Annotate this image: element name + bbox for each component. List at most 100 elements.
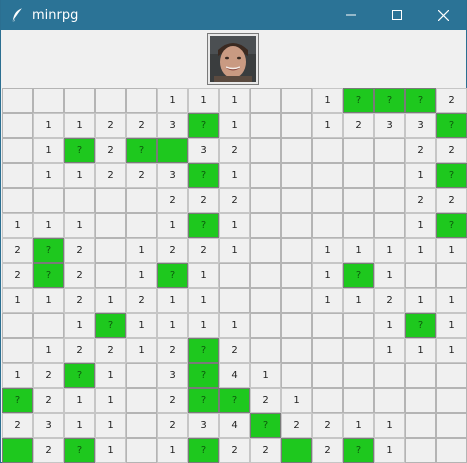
number-cell[interactable]: 1 — [64, 413, 95, 438]
number-cell[interactable]: 1 — [2, 213, 33, 238]
number-cell[interactable]: 1 — [374, 313, 405, 338]
board-cell[interactable] — [343, 388, 374, 413]
number-cell[interactable]: 1 — [95, 363, 126, 388]
board-cell[interactable] — [405, 388, 436, 413]
title-bar[interactable]: minrpg — [1, 0, 466, 30]
number-cell[interactable]: 1 — [436, 238, 467, 263]
board-cell[interactable] — [312, 388, 343, 413]
number-cell[interactable]: 1 — [95, 413, 126, 438]
number-cell[interactable]: 1 — [126, 238, 157, 263]
board-cell[interactable] — [250, 313, 281, 338]
number-cell[interactable]: 1 — [219, 88, 250, 113]
board-cell[interactable] — [374, 188, 405, 213]
number-cell[interactable]: 1 — [33, 213, 64, 238]
board-cell[interactable] — [343, 313, 374, 338]
board-cell[interactable] — [374, 163, 405, 188]
close-button[interactable] — [420, 0, 466, 30]
flagged-cell[interactable]: ? — [188, 438, 219, 463]
number-cell[interactable]: 1 — [157, 438, 188, 463]
number-cell[interactable]: 1 — [126, 313, 157, 338]
number-cell[interactable]: 2 — [64, 263, 95, 288]
board-cell[interactable] — [33, 88, 64, 113]
board-cell[interactable] — [219, 288, 250, 313]
number-cell[interactable]: 1 — [33, 288, 64, 313]
board-cell[interactable] — [250, 163, 281, 188]
number-cell[interactable]: 1 — [312, 238, 343, 263]
board-cell[interactable] — [312, 138, 343, 163]
number-cell[interactable]: 2 — [157, 388, 188, 413]
number-cell[interactable]: 1 — [33, 113, 64, 138]
number-cell[interactable]: 1 — [2, 363, 33, 388]
number-cell[interactable]: 1 — [374, 413, 405, 438]
board-cell[interactable] — [126, 413, 157, 438]
number-cell[interactable]: 1 — [405, 213, 436, 238]
board-cell[interactable] — [374, 138, 405, 163]
board-cell[interactable] — [405, 263, 436, 288]
number-cell[interactable]: 2 — [2, 238, 33, 263]
board-cell[interactable] — [281, 138, 312, 163]
number-cell[interactable]: 1 — [64, 313, 95, 338]
number-cell[interactable]: 1 — [405, 288, 436, 313]
number-cell[interactable]: 1 — [405, 238, 436, 263]
flagged-cell[interactable] — [157, 138, 188, 163]
board-cell[interactable] — [250, 188, 281, 213]
number-cell[interactable]: 2 — [33, 388, 64, 413]
board-cell[interactable] — [281, 313, 312, 338]
number-cell[interactable]: 1 — [312, 113, 343, 138]
number-cell[interactable]: 2 — [64, 338, 95, 363]
number-cell[interactable]: 2 — [33, 363, 64, 388]
board-cell[interactable] — [312, 213, 343, 238]
board-cell[interactable] — [436, 413, 467, 438]
number-cell[interactable]: 3 — [157, 363, 188, 388]
board-cell[interactable] — [281, 188, 312, 213]
number-cell[interactable]: 1 — [405, 338, 436, 363]
board-cell[interactable] — [374, 363, 405, 388]
board-cell[interactable] — [95, 238, 126, 263]
number-cell[interactable]: 1 — [281, 388, 312, 413]
flagged-cell[interactable]: ? — [436, 113, 467, 138]
number-cell[interactable]: 1 — [157, 313, 188, 338]
number-cell[interactable]: 1 — [219, 213, 250, 238]
number-cell[interactable]: 3 — [157, 163, 188, 188]
number-cell[interactable]: 1 — [312, 263, 343, 288]
board-cell[interactable] — [436, 438, 467, 463]
number-cell[interactable]: 2 — [219, 438, 250, 463]
board-cell[interactable] — [343, 163, 374, 188]
number-cell[interactable]: 1 — [64, 213, 95, 238]
board-cell[interactable] — [64, 188, 95, 213]
number-cell[interactable]: 1 — [157, 88, 188, 113]
number-cell[interactable]: 2 — [95, 163, 126, 188]
flagged-cell[interactable]: ? — [33, 238, 64, 263]
flagged-cell[interactable]: ? — [188, 338, 219, 363]
number-cell[interactable]: 2 — [2, 413, 33, 438]
board-cell[interactable] — [281, 288, 312, 313]
board-cell[interactable] — [126, 363, 157, 388]
board-cell[interactable] — [281, 338, 312, 363]
number-cell[interactable]: 1 — [33, 338, 64, 363]
number-cell[interactable]: 1 — [312, 288, 343, 313]
number-cell[interactable]: 2 — [219, 338, 250, 363]
number-cell[interactable]: 4 — [219, 363, 250, 388]
board-cell[interactable] — [250, 338, 281, 363]
board-cell[interactable] — [281, 213, 312, 238]
board-cell[interactable] — [281, 113, 312, 138]
flagged-cell[interactable]: ? — [219, 388, 250, 413]
number-cell[interactable]: 1 — [188, 313, 219, 338]
flagged-cell[interactable] — [2, 438, 33, 463]
number-cell[interactable]: 1 — [95, 438, 126, 463]
board-cell[interactable] — [126, 213, 157, 238]
board-cell[interactable] — [343, 213, 374, 238]
flagged-cell[interactable]: ? — [188, 363, 219, 388]
number-cell[interactable]: 1 — [157, 213, 188, 238]
number-cell[interactable]: 3 — [33, 413, 64, 438]
number-cell[interactable]: 2 — [436, 138, 467, 163]
board-cell[interactable] — [126, 188, 157, 213]
number-cell[interactable]: 1 — [64, 113, 95, 138]
board-cell[interactable] — [250, 213, 281, 238]
board-cell[interactable] — [281, 263, 312, 288]
flagged-cell[interactable]: ? — [157, 263, 188, 288]
number-cell[interactable]: 1 — [219, 238, 250, 263]
number-cell[interactable]: 3 — [157, 113, 188, 138]
board-cell[interactable] — [95, 263, 126, 288]
number-cell[interactable]: 2 — [64, 238, 95, 263]
